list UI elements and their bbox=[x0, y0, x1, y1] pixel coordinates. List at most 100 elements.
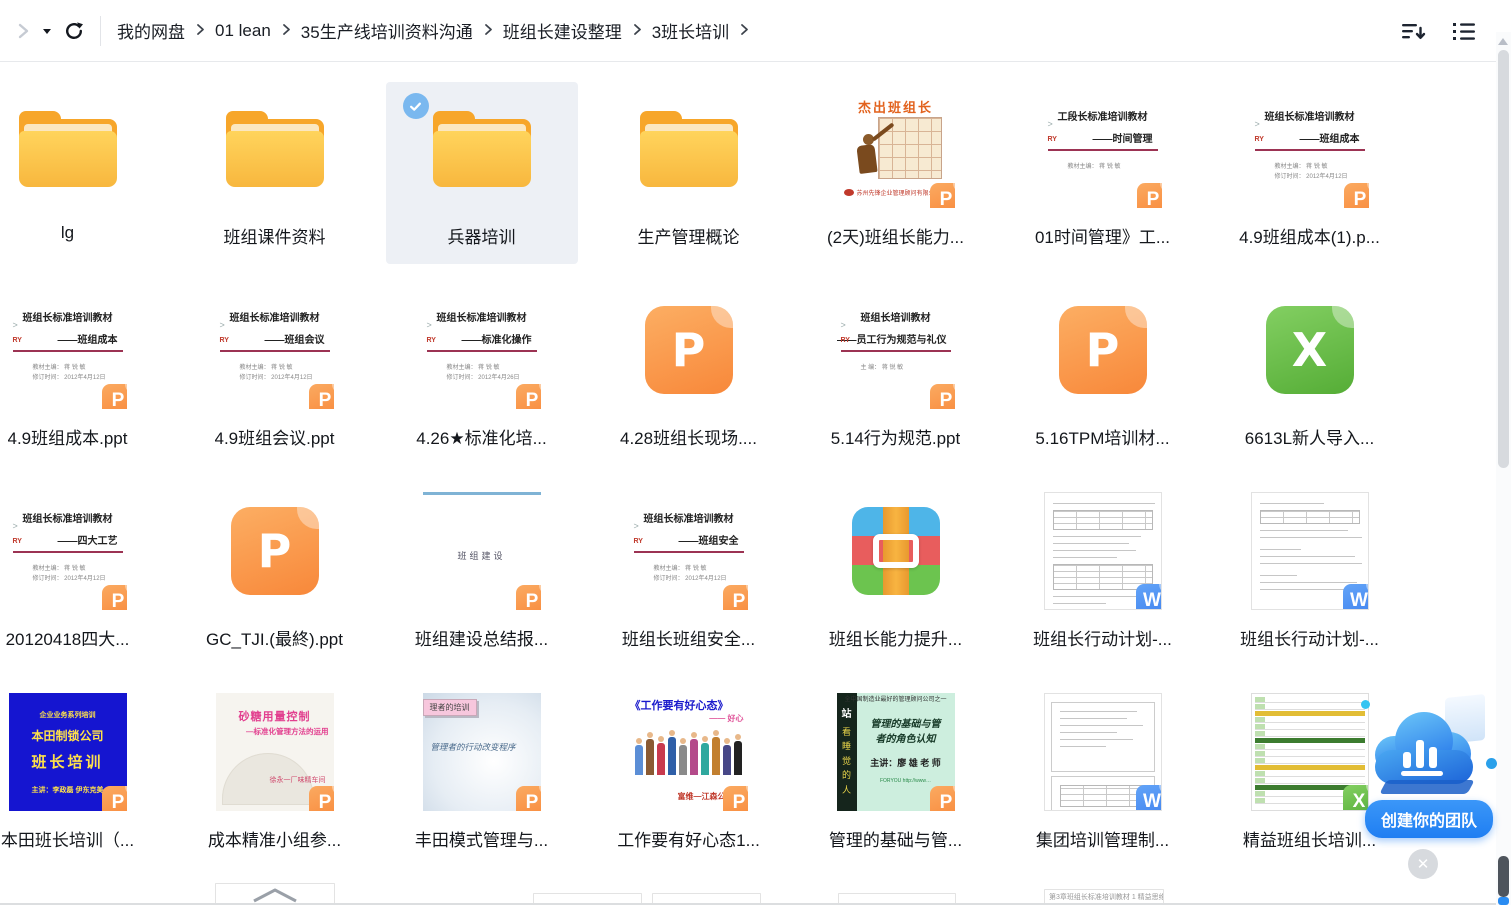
file-tile[interactable]: 理者的培训管理者的行动改变程序P 丰田模式管理与... bbox=[386, 685, 578, 867]
ppt-badge-icon: P bbox=[516, 384, 541, 409]
item-label: 班组长行动计划-... bbox=[1240, 625, 1379, 650]
create-team-button[interactable]: 创建你的团队 bbox=[1365, 800, 1493, 838]
ppt-badge-icon: P bbox=[723, 585, 748, 610]
chevron-right-icon bbox=[194, 21, 206, 41]
view-controls bbox=[1400, 20, 1477, 42]
file-tile[interactable]: P 5.16TPM培训材... bbox=[1007, 283, 1199, 465]
doc-badge-icon: W bbox=[1136, 785, 1162, 811]
item-label: (2天)班组长能力... bbox=[827, 223, 964, 248]
file-thumbnail: >RY 班组长培训教材——员工行为规范与礼仪 主 编： 蒋 锐 敏P bbox=[837, 291, 955, 409]
file-area: lg 班组课件资料 兵器培训 生产管理概论 杰出班组长 苏州先锋企业管理顾问有限… bbox=[0, 63, 1495, 905]
file-tile[interactable]: W 班组长行动计划-... bbox=[1214, 484, 1406, 666]
file-tile[interactable]: 班组长能力提升... bbox=[800, 484, 992, 666]
file-thumbnail: >RY 工段长标准培训教材——时间管理 教材主编： 蒋 锐 敏P bbox=[1044, 90, 1162, 208]
excel-file-icon: X bbox=[1266, 306, 1354, 394]
item-label: 班组长班组安全... bbox=[622, 625, 755, 650]
file-thumbnail: 砂糖用量控制—标准化管理方法的运用徐永一厂味精车间P bbox=[216, 693, 334, 811]
file-tile[interactable]: P GC_TJI.(最終).ppt bbox=[179, 484, 371, 666]
breadcrumb-item[interactable]: 35生产线培训资料沟通 bbox=[301, 18, 473, 43]
scrollbar-up-arrow[interactable] bbox=[1498, 38, 1508, 45]
file-tile[interactable]: >RY 班组长标准培训教材——班组成本 教材主编： 蒋 锐 敏修订时间： 201… bbox=[0, 283, 164, 465]
file-tile[interactable]: P 4.28班组长现场.... bbox=[593, 283, 785, 465]
file-tile[interactable]: 企业业务系列培训本田制锁公司班长培训主讲：李政磊 伊东克美P 本田班长培训（..… bbox=[0, 685, 164, 867]
ppt-file-icon: P bbox=[645, 306, 733, 394]
file-tile[interactable]: >RY 班组长标准培训教材——班组安全 教材主编： 蒋 锐 敏修订时间： 201… bbox=[593, 484, 785, 666]
breadcrumb-item[interactable]: 我的网盘 bbox=[117, 18, 185, 43]
item-label: 生产管理概论 bbox=[638, 223, 740, 248]
file-tile[interactable]: 杰出班组长 苏州先锋企业管理顾问有限公司P (2天)班组长能力... bbox=[800, 82, 992, 264]
file-tile[interactable]: 班组建设P 班组建设总结报... bbox=[386, 484, 578, 666]
sort-icon[interactable] bbox=[1400, 20, 1427, 42]
archive-file-icon bbox=[852, 507, 940, 595]
file-tile[interactable]: >RY 班组长培训教材——员工行为规范与礼仪 主 编： 蒋 锐 敏P 5.14行… bbox=[800, 283, 992, 465]
item-label: 集团培训管理制... bbox=[1036, 826, 1169, 851]
file-tile[interactable]: 全中国制造业最好的管理顾问公司之一 站看睡觉的人 管理的基础与管者的角色认知 主… bbox=[800, 685, 992, 867]
file-tile[interactable]: >RY 班组长标准培训教材——标准化操作 教材主编： 蒋 锐 敏修订时间： 20… bbox=[386, 283, 578, 465]
ppt-badge-icon: P bbox=[723, 786, 748, 811]
cloud-drive-window: 我的网盘 01 lean 35生产线培训资料沟通 班组长建设整理 3班长培训 bbox=[0, 0, 1511, 905]
file-thumbnail: X bbox=[1251, 693, 1369, 811]
item-label: 5.14行为规范.ppt bbox=[831, 424, 960, 449]
partial-thumbnail[interactable] bbox=[215, 883, 335, 905]
folder-icon bbox=[640, 111, 738, 187]
folder-tile[interactable]: lg bbox=[0, 82, 164, 264]
ppt-badge-icon: P bbox=[102, 585, 127, 610]
ppt-badge-icon: P bbox=[1344, 183, 1369, 208]
scrollbar-thumb[interactable] bbox=[1498, 50, 1509, 468]
file-tile[interactable]: >RY 班组长标准培训教材——四大工艺 教材主编： 蒋 锐 敏修订时间： 201… bbox=[0, 484, 164, 666]
ppt-badge-icon: P bbox=[930, 384, 955, 409]
item-label: 20120418四大... bbox=[6, 625, 130, 650]
file-thumbnail: 全中国制造业最好的管理顾问公司之一 站看睡觉的人 管理的基础与管者的角色认知 主… bbox=[837, 693, 955, 811]
history-caret-icon[interactable] bbox=[42, 27, 52, 35]
folder-tile[interactable]: 班组课件资料 bbox=[179, 82, 371, 264]
ppt-badge-icon: P bbox=[1137, 183, 1162, 208]
folder-icon bbox=[226, 111, 324, 187]
item-label: 班组长行动计划-... bbox=[1033, 625, 1172, 650]
file-thumbnail: 杰出班组长 苏州先锋企业管理顾问有限公司P bbox=[837, 90, 955, 208]
refresh-icon[interactable] bbox=[62, 19, 86, 43]
folder-tile[interactable]: 生产管理概论 bbox=[593, 82, 785, 264]
file-thumbnail: 企业业务系列培训本田制锁公司班长培训主讲：李政磊 伊东克美P bbox=[9, 693, 127, 811]
brand-logo: >RY bbox=[220, 321, 229, 346]
item-label: 兵器培训 bbox=[448, 223, 516, 248]
ppt-badge-icon: P bbox=[309, 384, 334, 409]
ppt-badge-icon: P bbox=[930, 183, 955, 208]
file-tile[interactable]: X 6613L新人导入... bbox=[1214, 283, 1406, 465]
file-tile[interactable]: W 班组长行动计划-... bbox=[1007, 484, 1199, 666]
file-tile[interactable]: >RY 班组长标准培训教材——班组会议 教材主编： 蒋 锐 敏修订时间： 201… bbox=[179, 283, 371, 465]
toolbar: 我的网盘 01 lean 35生产线培训资料沟通 班组长建设整理 3班长培训 bbox=[0, 0, 1511, 62]
item-label: 6613L新人导入... bbox=[1245, 424, 1374, 449]
breadcrumb-item[interactable]: 3班长培训 bbox=[652, 18, 729, 43]
ppt-file-icon: P bbox=[1059, 306, 1147, 394]
item-label: 班组课件资料 bbox=[224, 223, 326, 248]
item-label: 4.9班组会议.ppt bbox=[215, 424, 335, 449]
file-thumbnail: >RY 班组长标准培训教材——班组会议 教材主编： 蒋 锐 敏修订时间： 201… bbox=[216, 291, 334, 409]
file-thumbnail: 理者的培训管理者的行动改变程序P bbox=[423, 693, 541, 811]
item-label: 4.9班组成本(1).p... bbox=[1239, 223, 1380, 248]
folder-icon bbox=[19, 111, 117, 187]
file-tile[interactable]: >RY 工段长标准培训教材——时间管理 教材主编： 蒋 锐 敏P 01时间管理》… bbox=[1007, 82, 1199, 264]
file-tile[interactable]: W 集团培训管理制... bbox=[1007, 685, 1199, 867]
chevron-right-icon bbox=[631, 21, 643, 41]
file-thumbnail: W bbox=[1044, 693, 1162, 811]
forward-icon[interactable] bbox=[14, 22, 32, 40]
folder-tile[interactable]: 兵器培训 bbox=[386, 82, 578, 264]
promo-close-icon[interactable]: ✕ bbox=[1408, 849, 1438, 879]
breadcrumb-item[interactable]: 班组长建设整理 bbox=[503, 18, 622, 43]
ppt-badge-icon: P bbox=[309, 786, 334, 811]
file-thumbnail: >RY 班组长标准培训教材——标准化操作 教材主编： 蒋 锐 敏修订时间： 20… bbox=[423, 291, 541, 409]
list-view-icon[interactable] bbox=[1451, 20, 1477, 42]
breadcrumb-item[interactable]: 01 lean bbox=[215, 21, 271, 41]
file-tile[interactable]: 《工作要有好心态》—— 好心 富维—江森公司P 工作要有好心态1... bbox=[593, 685, 785, 867]
doc-badge-icon: W bbox=[1343, 584, 1369, 610]
brand-logo: >RY bbox=[1255, 120, 1264, 145]
item-label: 4.26★标准化培... bbox=[416, 424, 547, 449]
brand-logo: >RY bbox=[427, 321, 436, 346]
cloud-chart-graphic bbox=[1353, 696, 1503, 798]
file-tile[interactable]: >RY 班组长标准培训教材——班组成本 教材主编： 蒋 锐 敏修订时间： 201… bbox=[1214, 82, 1406, 264]
file-tile[interactable]: 砂糖用量控制—标准化管理方法的运用徐永一厂味精车间P 成本精准小组参... bbox=[179, 685, 371, 867]
chevron-right-icon bbox=[280, 21, 292, 41]
partial-thumbnail-text: 第3章班组长标准培训教材 1 精益思维 bbox=[1045, 890, 1163, 902]
file-thumbnail: W bbox=[1251, 492, 1369, 610]
selected-check-icon[interactable] bbox=[403, 93, 429, 119]
